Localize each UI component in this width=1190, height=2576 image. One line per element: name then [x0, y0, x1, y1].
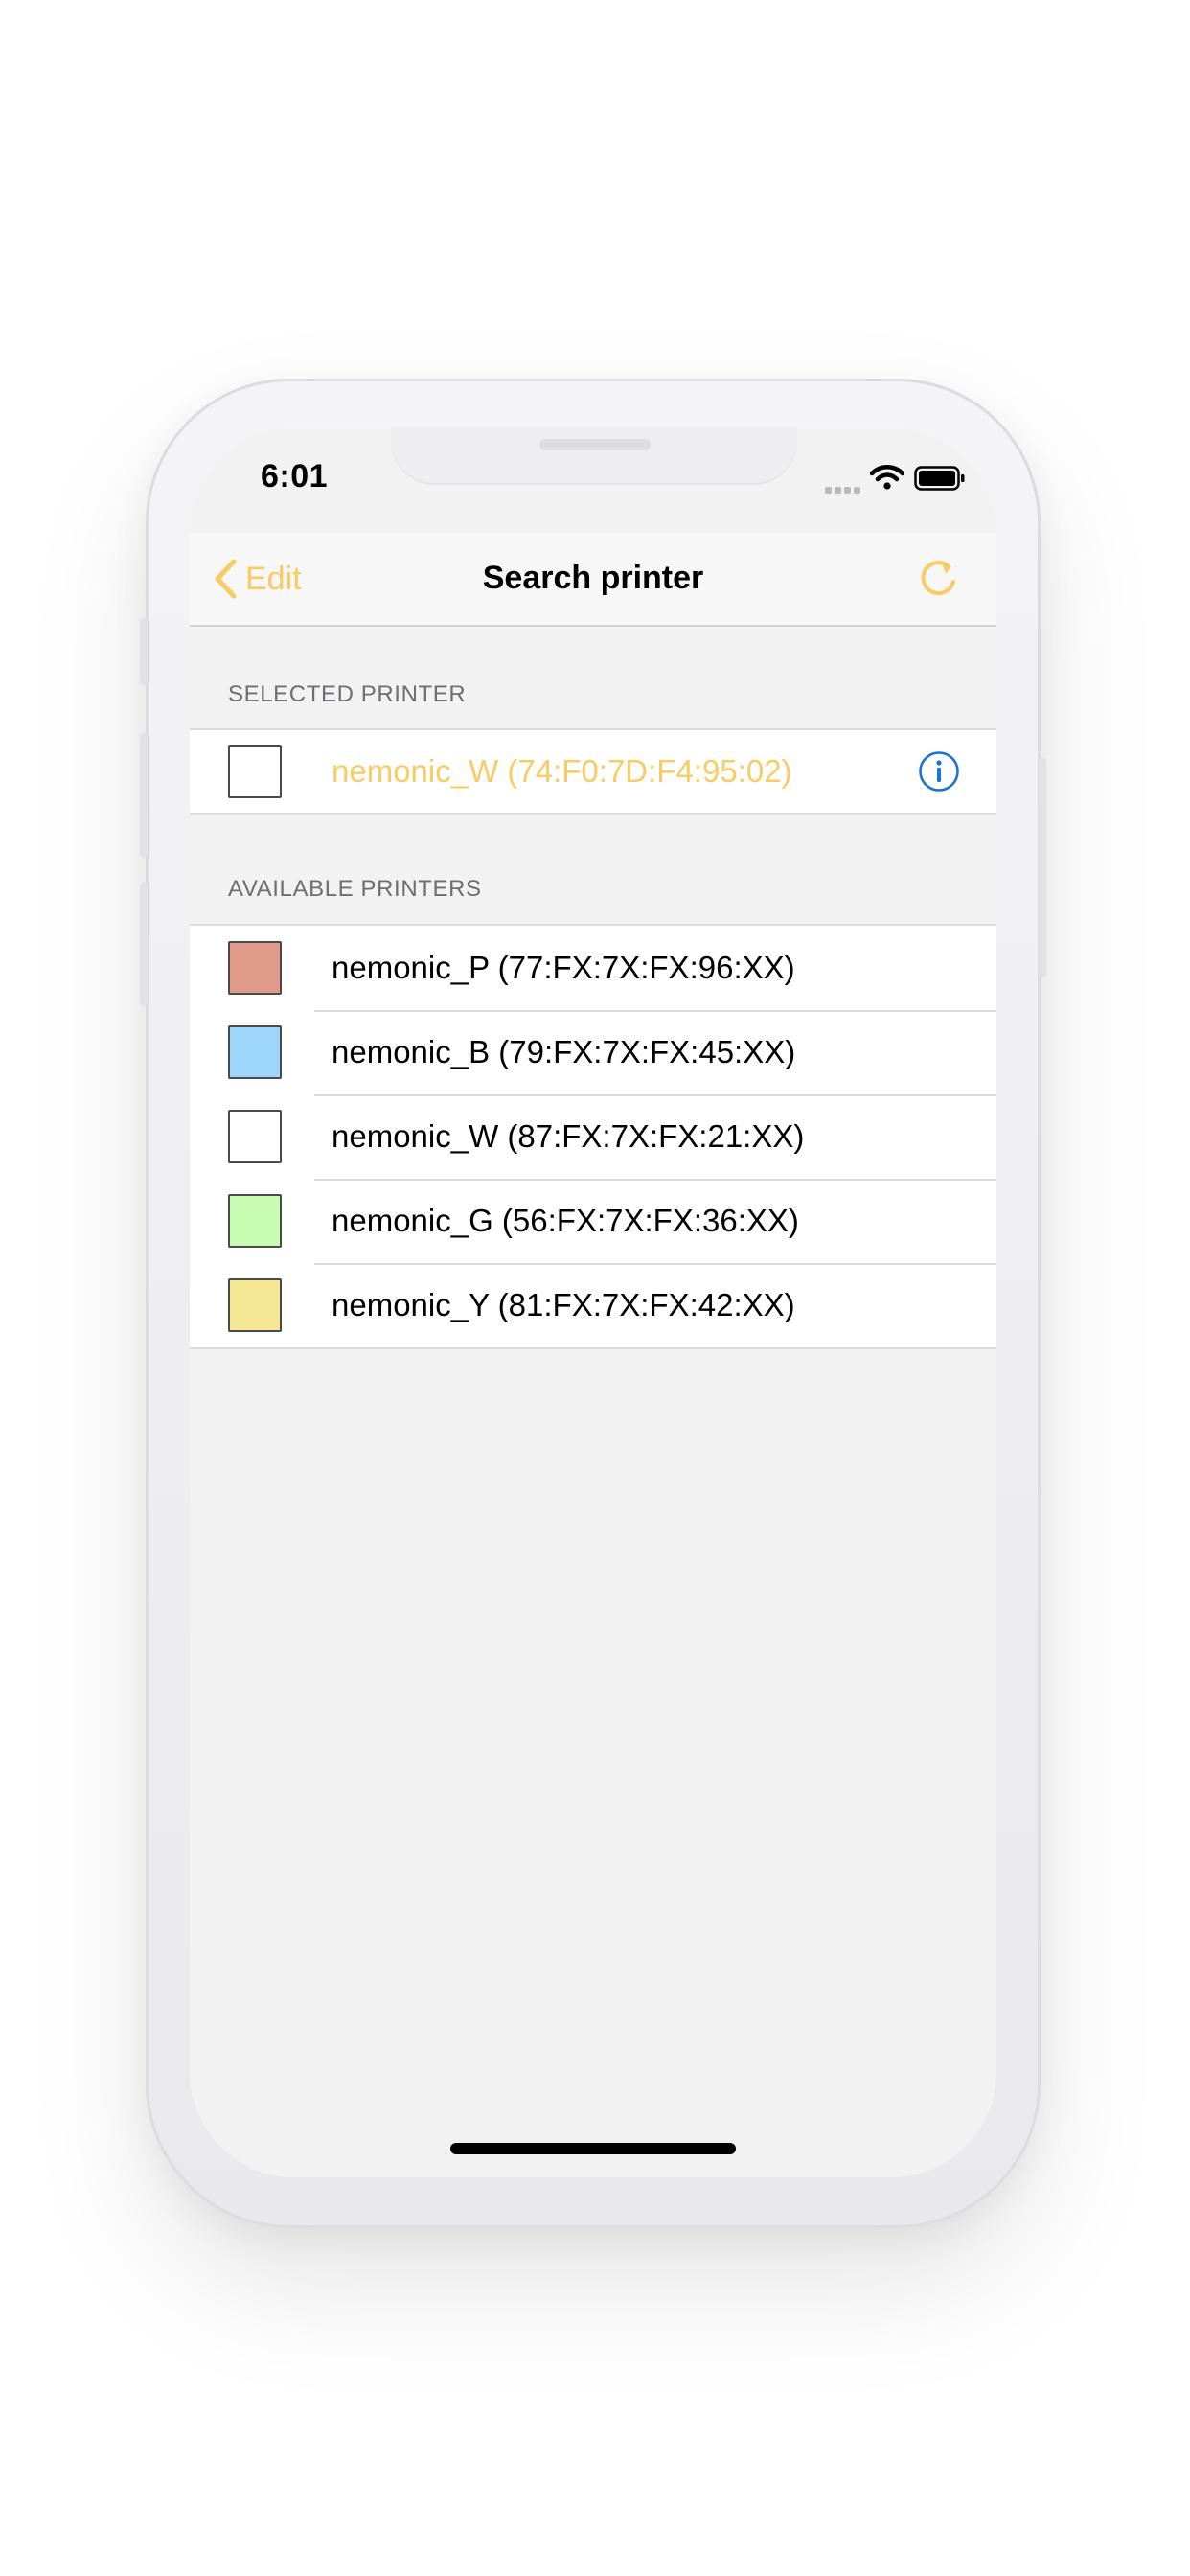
status-time: 6:01 — [261, 458, 329, 494]
selected-printer-header: SELECTED PRINTER — [228, 681, 467, 707]
volume-up-button — [140, 733, 148, 858]
printer-row[interactable]: nemonic_W (87:FX:7X:FX:21:XX) — [190, 1094, 996, 1179]
printer-label: nemonic_Y (81:FX:7X:FX:42:XX) — [332, 1287, 795, 1322]
printer-row[interactable]: nemonic_P (77:FX:7X:FX:96:XX) — [190, 926, 996, 1010]
refresh-icon — [921, 561, 955, 596]
printer-label: nemonic_P (77:FX:7X:FX:96:XX) — [332, 950, 795, 985]
available-printers-list: nemonic_P (77:FX:7X:FX:96:XX) nemonic_B … — [190, 924, 996, 1349]
selected-printer-group: nemonic_W (74:F0:7D:F4:95:02) — [190, 728, 996, 815]
printer-color-swatch — [228, 1110, 282, 1163]
page-title: Search printer — [482, 560, 704, 596]
home-indicator[interactable] — [450, 2143, 736, 2154]
printer-label: nemonic_G (56:FX:7X:FX:36:XX) — [332, 1203, 799, 1238]
printer-row[interactable]: nemonic_Y (81:FX:7X:FX:42:XX) — [190, 1263, 996, 1347]
bottom-safe-area — [190, 2095, 996, 2177]
printer-row[interactable]: nemonic_B (79:FX:7X:FX:45:XX) — [190, 1010, 996, 1094]
printer-label: nemonic_B (79:FX:7X:FX:45:XX) — [332, 1034, 796, 1070]
available-printers-header: AVAILABLE PRINTERS — [228, 876, 482, 902]
screen: 6:01 Edit Search printer SELECTED PRINTE… — [190, 427, 996, 2177]
cellular-signal-icon — [825, 481, 863, 498]
printer-color-swatch — [228, 1025, 282, 1079]
printer-label: nemonic_W (87:FX:7X:FX:21:XX) — [332, 1118, 805, 1154]
selected-printer-label: nemonic_W (74:F0:7D:F4:95:02) — [332, 753, 792, 789]
selected-printer-row[interactable]: nemonic_W (74:F0:7D:F4:95:02) — [190, 730, 996, 813]
power-button — [1039, 757, 1046, 978]
info-icon — [919, 751, 959, 792]
navigation-bar: Edit Search printer — [190, 533, 996, 627]
printer-color-swatch — [228, 745, 282, 798]
volume-down-button — [140, 882, 148, 1006]
notch — [391, 427, 797, 485]
printer-row[interactable]: nemonic_G (56:FX:7X:FX:36:XX) — [190, 1179, 996, 1263]
printer-color-swatch — [228, 1278, 282, 1332]
printer-color-swatch — [228, 1194, 282, 1248]
info-button[interactable] — [918, 750, 960, 793]
phone-frame: 6:01 Edit Search printer SELECTED PRINTE… — [140, 379, 1046, 2228]
battery-icon — [914, 466, 966, 495]
printer-color-swatch — [228, 941, 282, 995]
wifi-icon — [869, 464, 905, 495]
refresh-button[interactable] — [916, 558, 960, 602]
speaker-grille — [539, 439, 651, 450]
mute-switch — [140, 618, 148, 685]
